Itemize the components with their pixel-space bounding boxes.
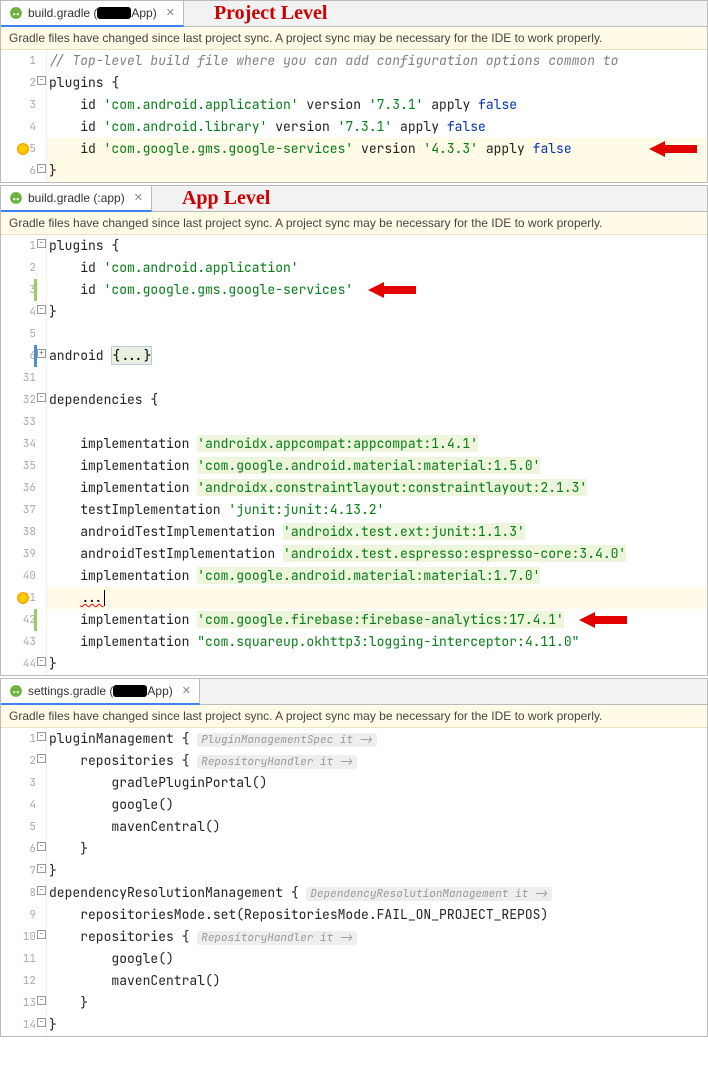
editor-panel-app: build.gradle (:app) ✕ App Level Gradle f… [0,185,708,676]
annotation-label: App Level [182,187,270,210]
editor-panel-project: build.gradle (App) ✕ Project Level Gradl… [0,0,708,183]
close-icon[interactable]: ✕ [134,191,143,204]
fold-icon[interactable]: − [37,164,46,173]
tab-bar: settings.gradle (App) ✕ [1,679,707,705]
fold-icon[interactable]: − [37,842,46,851]
code-line[interactable]: −plugins { [47,235,707,257]
tab-label: build.gradle (App) [28,6,157,20]
code-line[interactable]: ... [47,587,707,609]
fold-icon[interactable]: − [37,754,46,763]
code-editor[interactable]: 1234567891011121314 −pluginManagement { … [1,728,707,1036]
code-line[interactable]: −} [47,653,707,675]
fold-icon[interactable]: − [37,864,46,873]
fold-icon[interactable]: − [37,732,46,741]
inlay-hint: RepositoryHandler it -> [197,755,357,769]
annotation-arrow [368,281,416,299]
code-line[interactable]: implementation "com.squareup.okhttp3:log… [47,631,707,653]
file-tab[interactable]: build.gradle (App) ✕ [1,1,184,27]
code-editor[interactable]: 1234563132333435363738394041424344 −plug… [1,235,707,675]
code-line[interactable]: id 'com.android.application' [47,257,707,279]
code-line[interactable]: // Top-level build file where you can ad… [47,50,707,72]
code-editor[interactable]: 123456 // Top-level build file where you… [1,50,707,182]
intention-bulb-icon[interactable] [17,592,29,604]
code-line[interactable] [47,323,707,345]
tab-label: settings.gradle (App) [28,684,173,698]
file-tab[interactable]: build.gradle (:app) ✕ [1,186,152,212]
code-line[interactable]: androidTestImplementation 'androidx.test… [47,521,707,543]
code-line[interactable]: mavenCentral() [47,970,707,992]
fold-icon[interactable]: − [37,996,46,1005]
fold-icon[interactable]: − [37,657,46,666]
tab-bar: build.gradle (App) ✕ Project Level [1,1,707,27]
fold-icon[interactable]: + [37,349,46,358]
code-line[interactable]: implementation 'androidx.appcompat:appco… [47,433,707,455]
code-line[interactable]: implementation 'com.google.android.mater… [47,565,707,587]
code-line[interactable]: −} [47,1014,707,1036]
line-gutter: 1234567891011121314 [1,728,47,1036]
code-line[interactable]: implementation 'com.google.firebase:fire… [47,609,707,631]
code-content[interactable]: −pluginManagement { PluginManagementSpec… [47,728,707,1036]
intention-bulb-icon[interactable] [17,143,29,155]
fold-icon[interactable]: − [37,393,46,402]
annotation-arrow [579,611,627,629]
code-line[interactable]: id 'com.android.library' version '7.3.1'… [47,116,707,138]
code-line[interactable]: google() [47,948,707,970]
fold-icon[interactable]: − [37,930,46,939]
code-line[interactable]: androidTestImplementation 'androidx.test… [47,543,707,565]
gradle-icon [9,191,23,205]
code-line[interactable]: −dependencies { [47,389,707,411]
code-line[interactable]: implementation 'androidx.constraintlayou… [47,477,707,499]
code-line[interactable]: −pluginManagement { PluginManagementSpec… [47,728,707,750]
inlay-hint: RepositoryHandler it -> [197,931,357,945]
code-line[interactable]: gradlePluginPortal() [47,772,707,794]
code-line[interactable]: − repositories { RepositoryHandler it -> [47,926,707,948]
file-tab[interactable]: settings.gradle (App) ✕ [1,679,200,705]
code-line[interactable]: id 'com.google.gms.google-services' vers… [47,138,707,160]
editor-panel-settings: settings.gradle (App) ✕ Gradle files hav… [0,678,708,1037]
close-icon[interactable]: ✕ [182,684,191,697]
code-line[interactable]: −} [47,301,707,323]
tab-bar: build.gradle (:app) ✕ App Level [1,186,707,212]
code-line[interactable]: −} [47,860,707,882]
code-line[interactable]: repositoriesMode.set(RepositoriesMode.FA… [47,904,707,926]
code-content[interactable]: −plugins { id 'com.android.application' … [47,235,707,675]
annotation-arrow [649,140,697,158]
gradle-icon [9,6,23,20]
code-line[interactable]: − } [47,992,707,1014]
code-line[interactable]: −plugins { [47,72,707,94]
close-icon[interactable]: ✕ [166,6,175,19]
code-line[interactable]: −dependencyResolutionManagement { Depend… [47,882,707,904]
inlay-hint: DependencyResolutionManagement it -> [306,887,552,901]
change-marker [34,609,37,631]
fold-icon[interactable]: − [37,239,46,248]
code-content[interactable]: // Top-level build file where you can ad… [47,50,707,182]
code-line[interactable] [47,411,707,433]
fold-icon[interactable]: − [37,886,46,895]
fold-icon[interactable]: − [37,1018,46,1027]
sync-notification: Gradle files have changed since last pro… [1,705,707,728]
code-line[interactable]: google() [47,794,707,816]
code-line[interactable]: id 'com.android.application' version '7.… [47,94,707,116]
gradle-icon [9,684,23,698]
annotation-label: Project Level [214,2,327,25]
code-line[interactable]: mavenCentral() [47,816,707,838]
code-line[interactable] [47,367,707,389]
sync-notification: Gradle files have changed since last pro… [1,212,707,235]
code-line[interactable]: − } [47,838,707,860]
tab-label: build.gradle (:app) [28,191,125,205]
code-line[interactable]: testImplementation 'junit:junit:4.13.2' [47,499,707,521]
line-gutter: 1234563132333435363738394041424344 [1,235,47,675]
code-line[interactable]: − repositories { RepositoryHandler it -> [47,750,707,772]
inlay-hint: PluginManagementSpec it -> [197,733,377,747]
code-line[interactable]: id 'com.google.gms.google-services' [47,279,707,301]
sync-notification: Gradle files have changed since last pro… [1,27,707,50]
code-line[interactable]: +android {...} [47,345,707,367]
fold-icon[interactable]: − [37,76,46,85]
code-line[interactable]: implementation 'com.google.android.mater… [47,455,707,477]
fold-icon[interactable]: − [37,305,46,314]
code-line[interactable]: −} [47,160,707,182]
change-marker [34,279,37,301]
